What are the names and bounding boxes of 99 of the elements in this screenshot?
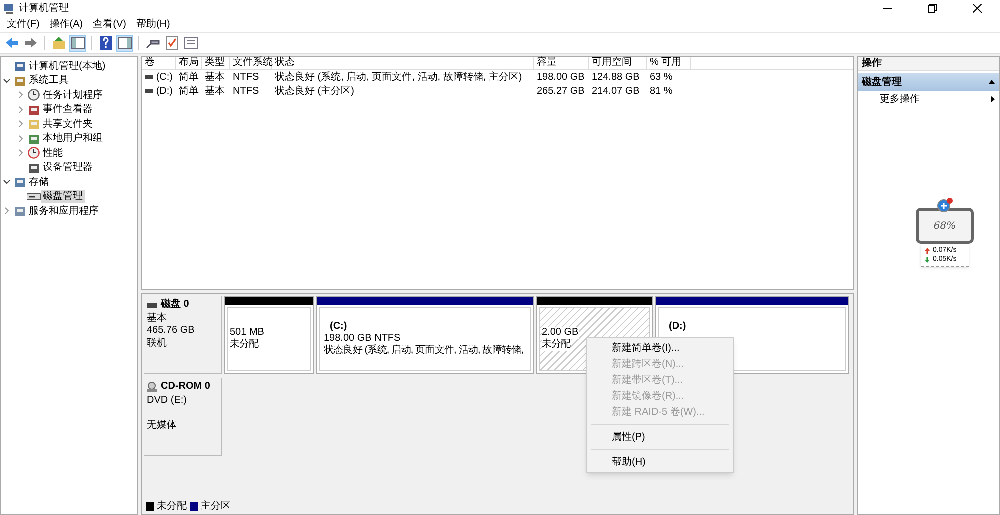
submenu-arrow-icon — [991, 96, 995, 102]
tree-item[interactable]: 磁盘管理 — [41, 190, 85, 204]
menu-item[interactable]: 文件(F) — [2, 17, 45, 32]
partition-status: 未分配 — [542, 339, 571, 351]
partition-status: 未分配 — [230, 339, 259, 351]
table-cell-text: 基本 — [205, 84, 225, 98]
column-header[interactable]: 文件系统 — [230, 57, 272, 69]
upload-arrow-icon — [925, 248, 930, 254]
download-arrow-icon — [925, 256, 930, 262]
table-cell-text: (D:) — [156, 84, 173, 98]
collapse-triangle-icon — [989, 80, 995, 84]
disk-detail: 联机 — [147, 338, 167, 350]
partition-block[interactable]: (C:) 198.00 GB NTFS 状态良好 (系统, 启动, 页面文件, 活动, 故障转储, — [316, 296, 534, 374]
column-header[interactable]: 卷 — [142, 57, 176, 69]
column-header[interactable]: 类型 — [202, 57, 230, 69]
toolbar-button[interactable] — [97, 34, 114, 52]
tree-item[interactable]: 服务和应用程序 — [27, 204, 101, 218]
tree-item[interactable]: 事件查看器 — [41, 103, 95, 116]
table-cell-text: NTFS — [233, 84, 260, 98]
back-arrow-icon — [4, 37, 18, 49]
menu-item[interactable]: 操作(A) — [44, 17, 88, 32]
expand-chevron-icon[interactable] — [16, 91, 24, 100]
tree-item[interactable]: 计算机管理(本地) — [27, 60, 108, 73]
tree-item[interactable]: 任务计划程序 — [41, 88, 105, 102]
table-cell-text: 状态良好 (主分区) — [275, 84, 354, 98]
expand-chevron-icon[interactable] — [2, 207, 10, 216]
tree-item[interactable]: 存储 — [27, 176, 51, 189]
disk-drive-icon — [26, 192, 40, 201]
column-header[interactable]: % 可用 — [647, 57, 691, 69]
disk-detail: 基本 — [147, 312, 167, 325]
clock-icon — [28, 89, 40, 102]
window-title: 计算机管理 — [19, 2, 69, 16]
collapse-chevron-icon[interactable] — [2, 178, 10, 186]
table-cell-text: 265.27 GB — [537, 84, 585, 98]
menu-item[interactable]: 帮助(H) — [131, 17, 176, 32]
window-list-icon — [184, 37, 198, 49]
expand-chevron-icon[interactable] — [16, 120, 24, 128]
legend-label: 未分配 — [157, 500, 187, 514]
partition-status: 状态良好 (系统, 启动, 页面文件, 活动, 故障转储, — [324, 345, 524, 357]
table-cell-text: 简单 — [179, 84, 199, 98]
disk-name: 磁盘 0 — [161, 299, 190, 312]
table-cell-text: NTFS — [233, 70, 260, 84]
partition-label: (D:) — [669, 321, 686, 333]
context-menu-item[interactable]: 帮助(H) — [587, 454, 733, 470]
table-cell-text: 基本 — [205, 70, 225, 84]
table-cell-text: 63 % — [650, 70, 673, 84]
tree-item[interactable]: 系统工具 — [27, 74, 71, 88]
disk-name: CD-ROM 0 — [161, 381, 210, 394]
usage-percent: 68% — [934, 220, 956, 234]
expand-chevron-icon[interactable] — [16, 106, 24, 114]
table-cell-text: 81 % — [650, 84, 673, 98]
table-cell-text: 214.07 GB — [592, 84, 640, 98]
table-cell-text: 简单 — [179, 70, 199, 84]
tree-item[interactable]: 性能 — [41, 146, 65, 160]
actions-section-header[interactable]: 磁盘管理 — [858, 73, 999, 91]
forward-arrow-icon — [24, 37, 38, 49]
minimize-icon — [883, 8, 892, 9]
partition-block[interactable]: 501 MB 未分配 — [224, 296, 314, 374]
column-header[interactable]: 可用空间 — [589, 57, 647, 69]
volume-icon — [145, 75, 154, 79]
disk-detail: 无媒体 — [147, 420, 177, 432]
app-icon — [3, 2, 15, 14]
table-cell-text: 198.00 GB — [537, 70, 585, 84]
expand-chevron-icon[interactable] — [16, 149, 24, 158]
column-header[interactable]: 布局 — [176, 57, 202, 69]
collapse-chevron-icon[interactable] — [2, 76, 10, 85]
partition-label: (C:) — [330, 321, 348, 333]
column-header[interactable]: 状态 — [272, 57, 534, 69]
action-link[interactable]: 更多操作 — [858, 91, 999, 107]
disk-detail: DVD (E:) — [147, 394, 187, 407]
checklist-icon — [166, 36, 178, 50]
table-cell-text: (C:) — [156, 70, 173, 84]
disk-detail: 465.76 GB — [147, 325, 195, 338]
cd-drive-icon — [147, 382, 157, 392]
restore-icon — [928, 4, 937, 13]
menu-item[interactable]: 查看(V) — [88, 17, 132, 32]
tree-item[interactable]: 共享文件夹 — [41, 118, 95, 131]
panel-icon — [118, 37, 132, 49]
toolbar-button[interactable] — [182, 34, 199, 52]
close-icon — [973, 4, 982, 13]
partition-size: 2.00 GB — [542, 327, 579, 339]
volume-icon — [145, 89, 154, 93]
tree-item[interactable]: 设备管理器 — [41, 161, 95, 174]
tree-item[interactable]: 本地用户和组 — [41, 132, 105, 146]
table-cell-text: 124.88 GB — [592, 70, 640, 84]
actions-title: 操作 — [858, 57, 999, 71]
folder-up-icon — [52, 36, 66, 50]
toolbar-button[interactable] — [69, 34, 86, 52]
disk-drive-icon — [147, 302, 157, 308]
column-header[interactable]: 容量 — [534, 57, 589, 69]
help-icon — [100, 36, 112, 50]
table-cell-text: 状态良好 (系统, 启动, 页面文件, 活动, 故障转储, 主分区) — [275, 70, 522, 84]
toolbar-button[interactable] — [50, 34, 67, 52]
context-menu-item[interactable]: 属性(P) — [587, 429, 733, 445]
expand-chevron-icon[interactable] — [16, 134, 24, 143]
toolbar-button[interactable] — [116, 34, 133, 52]
legend-label: 主分区 — [201, 500, 231, 514]
panel-icon — [70, 37, 84, 49]
toolbar-button[interactable] — [163, 34, 180, 52]
